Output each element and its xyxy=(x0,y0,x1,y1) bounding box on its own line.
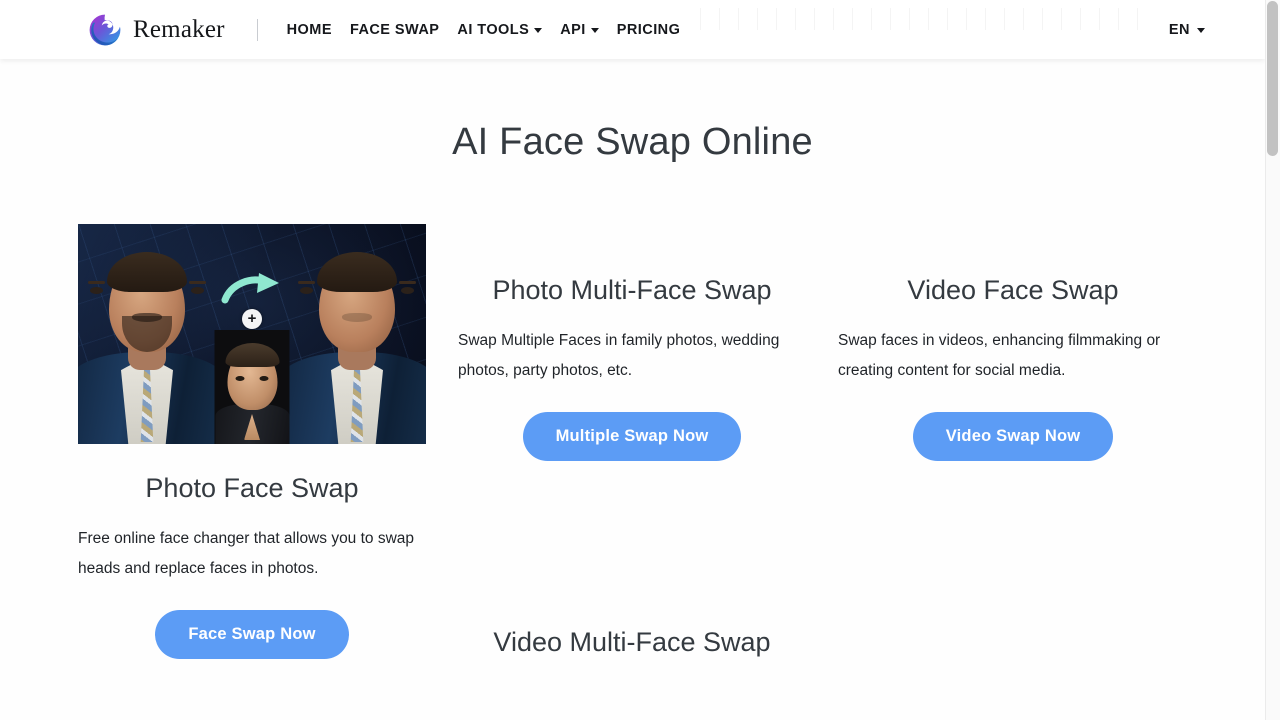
demo-portrait-after xyxy=(277,229,426,444)
chevron-down-icon xyxy=(1197,28,1205,33)
main-content: AI Face Swap Online + Photo Face Swap Fr… xyxy=(0,59,1265,720)
brand-logo-link[interactable]: Remaker xyxy=(88,13,225,47)
nav-label: AI TOOLS xyxy=(457,21,530,38)
chevron-down-icon xyxy=(534,28,543,33)
nav-label: FACE SWAP xyxy=(349,21,440,38)
demo-portrait-before xyxy=(78,229,227,444)
card-photo-multi-face-swap: Photo Multi-Face Swap Swap Multiple Face… xyxy=(458,272,806,462)
page-title: AI Face Swap Online xyxy=(452,121,813,163)
nav-item-face-swap[interactable]: FACE SWAP xyxy=(341,16,448,44)
nav-item-pricing[interactable]: PRICING xyxy=(608,16,690,44)
face-swap-demo-image: + xyxy=(78,224,426,444)
nav-item-ai-tools[interactable]: AI TOOLS xyxy=(448,16,551,44)
language-selector[interactable]: EN xyxy=(1169,22,1205,38)
card-description: Swap faces in videos, enhancing filmmaki… xyxy=(838,332,1161,380)
card-photo-face-swap: + Photo Face Swap Free online face chang… xyxy=(78,224,426,660)
main-navigation: HOME FACE SWAP AI TOOLS API PRICING xyxy=(278,16,690,44)
chevron-down-icon xyxy=(590,28,599,33)
feature-card-grid: + Photo Face Swap Free online face chang… xyxy=(0,224,1265,720)
nav-label: PRICING xyxy=(616,21,681,38)
curved-swap-arrow-icon xyxy=(221,273,279,304)
browser-viewport: Remaker HOME FACE SWAP AI TOOLS API PRIC… xyxy=(0,0,1280,720)
nav-item-api[interactable]: API xyxy=(551,16,608,44)
site-header: Remaker HOME FACE SWAP AI TOOLS API PRIC… xyxy=(0,0,1265,59)
card-title: Photo Multi-Face Swap xyxy=(492,275,772,305)
spiral-swirl-logo-icon xyxy=(89,14,121,45)
card-description: Free online face changer that allows you… xyxy=(78,530,415,578)
video-swap-now-button[interactable]: Video Swap Now xyxy=(912,412,1114,462)
face-swap-now-button[interactable]: Face Swap Now xyxy=(155,610,349,660)
page-content: Remaker HOME FACE SWAP AI TOOLS API PRIC… xyxy=(0,0,1265,720)
card-description: Swap Multiple Faces in family photos, we… xyxy=(458,332,780,380)
brand-name: Remaker xyxy=(133,15,225,43)
plus-circle-icon: + xyxy=(242,309,262,329)
card-title: Video Face Swap xyxy=(907,275,1119,305)
card-video-face-swap: Video Face Swap Swap faces in videos, en… xyxy=(838,272,1188,462)
demo-source-face-thumbnail xyxy=(214,330,290,444)
nav-label: API xyxy=(560,21,586,38)
vertical-scrollbar-track[interactable] xyxy=(1265,0,1280,720)
nav-label: HOME xyxy=(286,21,332,38)
card-title: Video Multi-Face Swap xyxy=(493,627,771,657)
card-title: Photo Face Swap xyxy=(145,473,359,503)
card-video-multi-face-swap: Video Multi-Face Swap xyxy=(458,624,806,660)
vertical-scrollbar-thumb[interactable] xyxy=(1267,1,1278,156)
header-divider xyxy=(256,18,258,41)
language-label: EN xyxy=(1168,21,1190,38)
header-tick-pattern xyxy=(700,8,1140,30)
multiple-swap-now-button[interactable]: Multiple Swap Now xyxy=(522,412,742,462)
nav-item-home[interactable]: HOME xyxy=(278,16,341,44)
